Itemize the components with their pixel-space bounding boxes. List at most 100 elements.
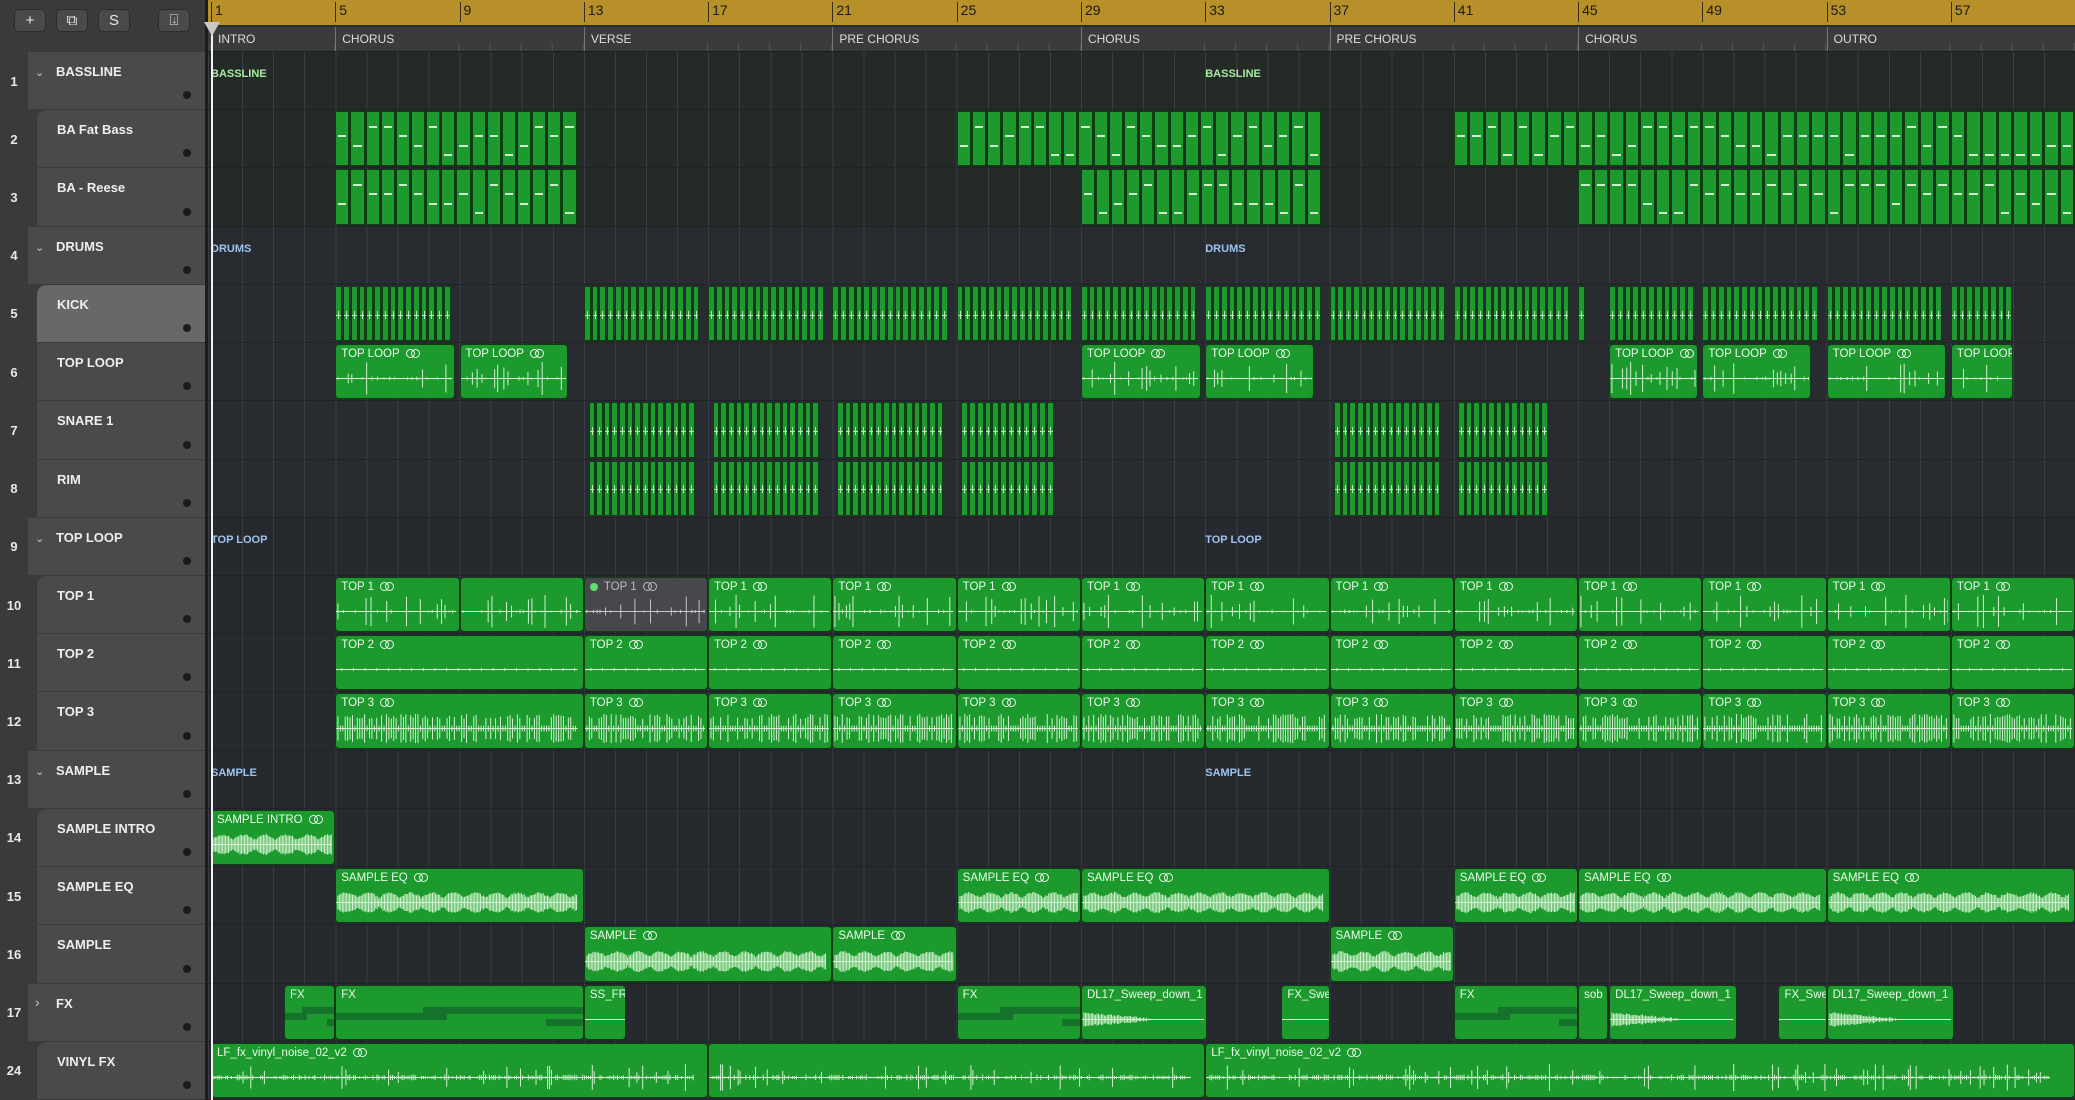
track-header-top-2[interactable]: 11 TOP 2 <box>0 634 205 693</box>
record-enable-dot-icon[interactable] <box>183 149 191 158</box>
track-header-ba-reese[interactable]: 3 BA - Reese <box>0 168 205 227</box>
audio-region[interactable]: TOP 3 <box>832 693 957 749</box>
audio-region[interactable]: SAMPLE <box>832 926 957 982</box>
audio-region[interactable]: TOP 2 <box>1080 635 1206 691</box>
track-header-panel[interactable]: BA - Reese <box>36 168 205 227</box>
record-enable-dot-icon[interactable] <box>183 1080 191 1089</box>
record-enable-dot-icon[interactable] <box>183 673 191 682</box>
track-header-sample-eq[interactable]: 15 SAMPLE EQ <box>0 867 205 926</box>
audio-region[interactable]: TOP 3 <box>1950 693 2075 749</box>
audio-region[interactable]: sob <box>1578 984 1608 1040</box>
record-enable-dot-icon[interactable] <box>183 498 191 507</box>
drum-region[interactable] <box>588 460 696 516</box>
drum-region[interactable] <box>961 402 1054 458</box>
audio-region[interactable]: TOP 3 <box>1453 693 1579 749</box>
audio-region[interactable]: LF_fx_vinyl_noise_02_v2 <box>1205 1042 2075 1098</box>
audio-region[interactable]: TOP 3 <box>708 693 833 749</box>
drum-region[interactable] <box>832 285 949 342</box>
audio-region[interactable]: TOP 2 <box>708 635 833 691</box>
track-header-panel[interactable]: ⌄ DRUMS <box>28 226 205 285</box>
audio-region[interactable]: TOP 1 <box>1080 577 1206 633</box>
track-header-sample[interactable]: 16 SAMPLE <box>0 925 205 984</box>
audio-region[interactable]: TOP LOOP <box>1702 344 1812 400</box>
audio-region[interactable]: TOP 1 <box>1702 577 1827 633</box>
track-header-top-loop[interactable]: 9 ⌄ TOP LOOP <box>0 517 205 576</box>
track-header-panel[interactable]: SAMPLE INTRO <box>36 808 205 868</box>
chevron-down-icon[interactable]: ⌄ <box>35 532 44 545</box>
audio-region[interactable]: TOP LOOP <box>335 344 455 400</box>
track-header-ba-fat-bass[interactable]: 2 BA Fat Bass <box>0 110 205 169</box>
track-header-drums[interactable]: 4 ⌄ DRUMS <box>0 226 205 285</box>
audio-region[interactable]: TOP 2 <box>583 635 709 691</box>
track-header-snare-1[interactable]: 7 SNARE 1 <box>0 401 205 460</box>
record-enable-dot-icon[interactable] <box>183 1022 191 1031</box>
track-header-panel[interactable]: TOP 1 <box>36 576 205 635</box>
track-header-panel[interactable]: SNARE 1 <box>36 401 205 460</box>
solo-button[interactable]: S <box>98 9 130 32</box>
muted-audio-region[interactable]: TOP 1 <box>583 577 709 633</box>
marker-track[interactable]: INTRO CHORUS VERSE PRE CHORUS CHORUS PRE CHOR… <box>208 27 2075 52</box>
track-lane[interactable] <box>208 401 2075 460</box>
audio-region[interactable] <box>459 577 584 633</box>
track-lane[interactable]: BASSLINE BASSLINE <box>208 52 2075 111</box>
audio-region[interactable]: SAMPLE EQ <box>1453 868 1579 924</box>
audio-region[interactable]: SAMPLE EQ <box>1578 868 1827 924</box>
drum-region[interactable] <box>956 285 1074 342</box>
audio-region[interactable]: TOP 2 <box>1205 635 1330 691</box>
drum-region[interactable] <box>1826 285 1944 342</box>
marker-pre-chorus[interactable]: PRE CHORUS <box>1329 27 1430 51</box>
audio-region[interactable]: SAMPLE EQ <box>335 868 584 924</box>
chevron-down-icon[interactable]: ⌄ <box>35 765 44 778</box>
audio-region[interactable]: TOP LOOP <box>1080 344 1201 400</box>
track-lane[interactable] <box>208 284 2075 344</box>
download-button[interactable]: ⍗ <box>158 9 190 32</box>
audio-region[interactable]: TOP 2 <box>956 635 1081 691</box>
audio-region[interactable]: TOP 3 <box>335 693 584 749</box>
audio-region[interactable]: TOP 3 <box>1205 693 1330 749</box>
audio-region[interactable]: TOP 1 <box>1826 577 1951 633</box>
track-lane[interactable]: TOP 3 TOP 3 TOP 3 TOP 3 TOP 3 TOP 3 TOP 3 TOP 3… <box>208 692 2075 751</box>
drum-region[interactable] <box>837 460 944 516</box>
record-enable-dot-icon[interactable] <box>183 324 191 333</box>
audio-region[interactable]: TOP 1 <box>1205 577 1330 633</box>
audio-region[interactable]: DL17_Sweep_down_1 <box>1826 984 1954 1040</box>
audio-region[interactable]: SAMPLE EQ <box>1080 868 1330 924</box>
audio-region[interactable]: SAMPLE INTRO <box>211 809 336 866</box>
drum-region[interactable] <box>712 460 820 516</box>
audio-region[interactable]: TOP LOOP <box>1950 344 2014 400</box>
drum-region[interactable] <box>335 285 452 342</box>
audio-region[interactable]: TOP LOOP <box>459 344 569 400</box>
audio-region[interactable]: FX <box>284 984 336 1040</box>
drum-region[interactable] <box>1334 402 1441 458</box>
audio-region[interactable]: TOP 3 <box>1080 693 1206 749</box>
track-header-panel[interactable]: TOP 3 <box>36 692 205 751</box>
record-enable-dot-icon[interactable] <box>183 848 191 857</box>
audio-region[interactable]: DL17_Sweep_down_1 <box>1609 984 1737 1040</box>
record-enable-dot-icon[interactable] <box>183 207 191 216</box>
track-header-kick[interactable]: 5 KICK <box>0 284 205 344</box>
midi-region[interactable] <box>1453 111 2075 167</box>
audio-region[interactable]: TOP 3 <box>1702 693 1827 749</box>
audio-region[interactable]: FX <box>956 984 1081 1040</box>
track-header-panel[interactable]: SAMPLE EQ <box>36 867 205 926</box>
audio-region[interactable]: SAMPLE EQ <box>956 868 1081 924</box>
track-lane[interactable]: TOP 1 TOP 1 TOP 1 TOP 1 TOP 1 TOP 1 TOP 1 TOP 1… <box>208 576 2075 635</box>
audio-region[interactable]: FX_Swe <box>1778 984 1827 1040</box>
audio-region[interactable]: TOP 3 <box>1826 693 1951 749</box>
audio-region[interactable]: TOP 2 <box>335 635 584 691</box>
drum-region[interactable] <box>1205 285 1322 342</box>
record-enable-dot-icon[interactable] <box>183 731 191 740</box>
track-header-panel[interactable]: › FX <box>28 983 205 1042</box>
drum-region[interactable] <box>1329 285 1447 342</box>
marker-chorus[interactable]: CHORUS <box>1578 27 1679 51</box>
record-enable-dot-icon[interactable] <box>183 906 191 915</box>
track-header-panel[interactable]: TOP LOOP <box>36 343 205 402</box>
playhead-handle-icon[interactable] <box>204 22 220 36</box>
audio-region[interactable]: TOP 1 <box>956 577 1081 633</box>
drum-region[interactable] <box>1080 285 1198 342</box>
marker-intro[interactable]: INTRO <box>211 27 311 51</box>
track-header-bassline[interactable]: 1 ⌄ BASSLINE <box>0 52 205 111</box>
track-lane[interactable]: FX FX SS_FR FX DL17_Sweep_down_1 FX_Swe FX sob D… <box>208 983 2075 1042</box>
record-enable-dot-icon[interactable] <box>183 964 191 973</box>
chevron-right-icon[interactable]: › <box>35 994 40 1010</box>
